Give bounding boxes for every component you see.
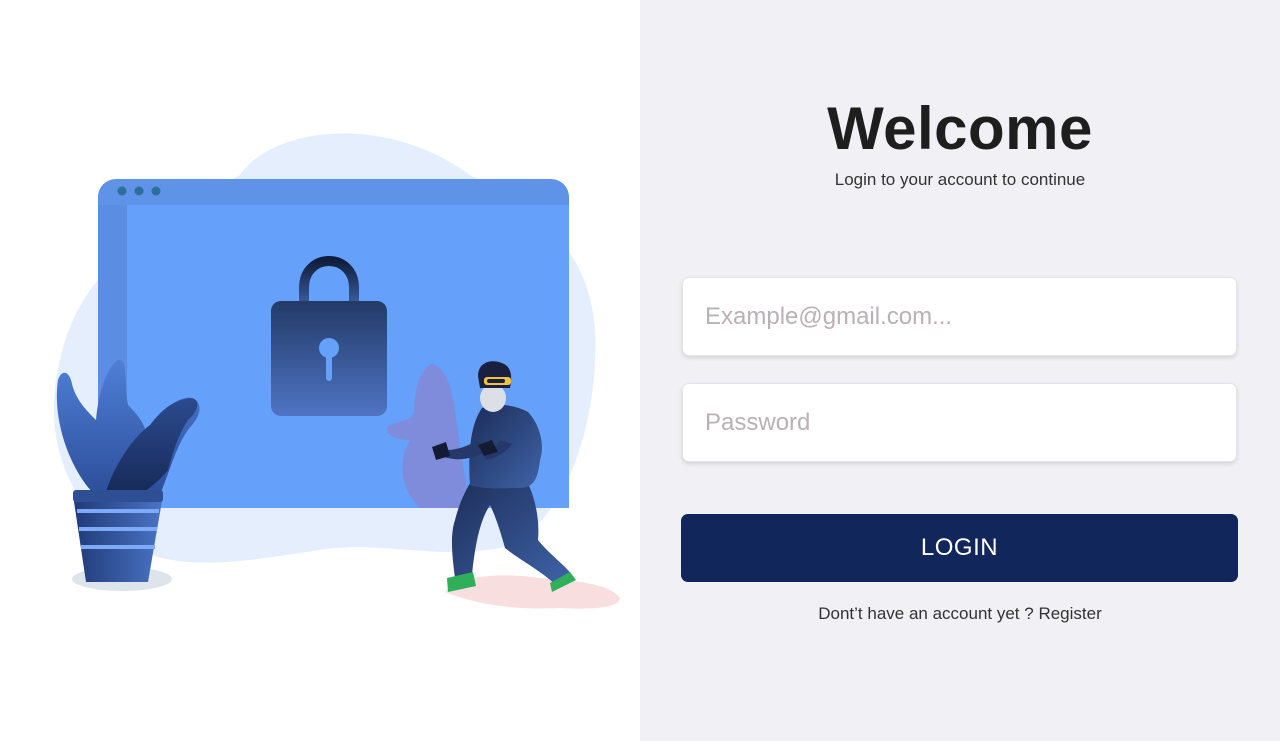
register-prompt-text: Dont’t have an account yet ? bbox=[818, 604, 1039, 623]
illustration-panel bbox=[0, 0, 640, 741]
page-subtitle: Login to your account to continue bbox=[834, 170, 1086, 189]
email-field[interactable] bbox=[682, 277, 1237, 356]
login-button[interactable]: LOGIN bbox=[681, 514, 1238, 582]
register-link[interactable]: Register bbox=[1038, 604, 1101, 623]
login-panel: Welcome Login to your account to continu… bbox=[640, 0, 1280, 741]
register-prompt-line: Dont’t have an account yet ? Register bbox=[640, 604, 1280, 624]
password-field[interactable] bbox=[682, 383, 1237, 462]
page-title: Welcome bbox=[827, 95, 1093, 162]
security-illustration bbox=[53, 133, 620, 609]
login-page: Welcome Login to your account to continu… bbox=[0, 0, 1280, 741]
